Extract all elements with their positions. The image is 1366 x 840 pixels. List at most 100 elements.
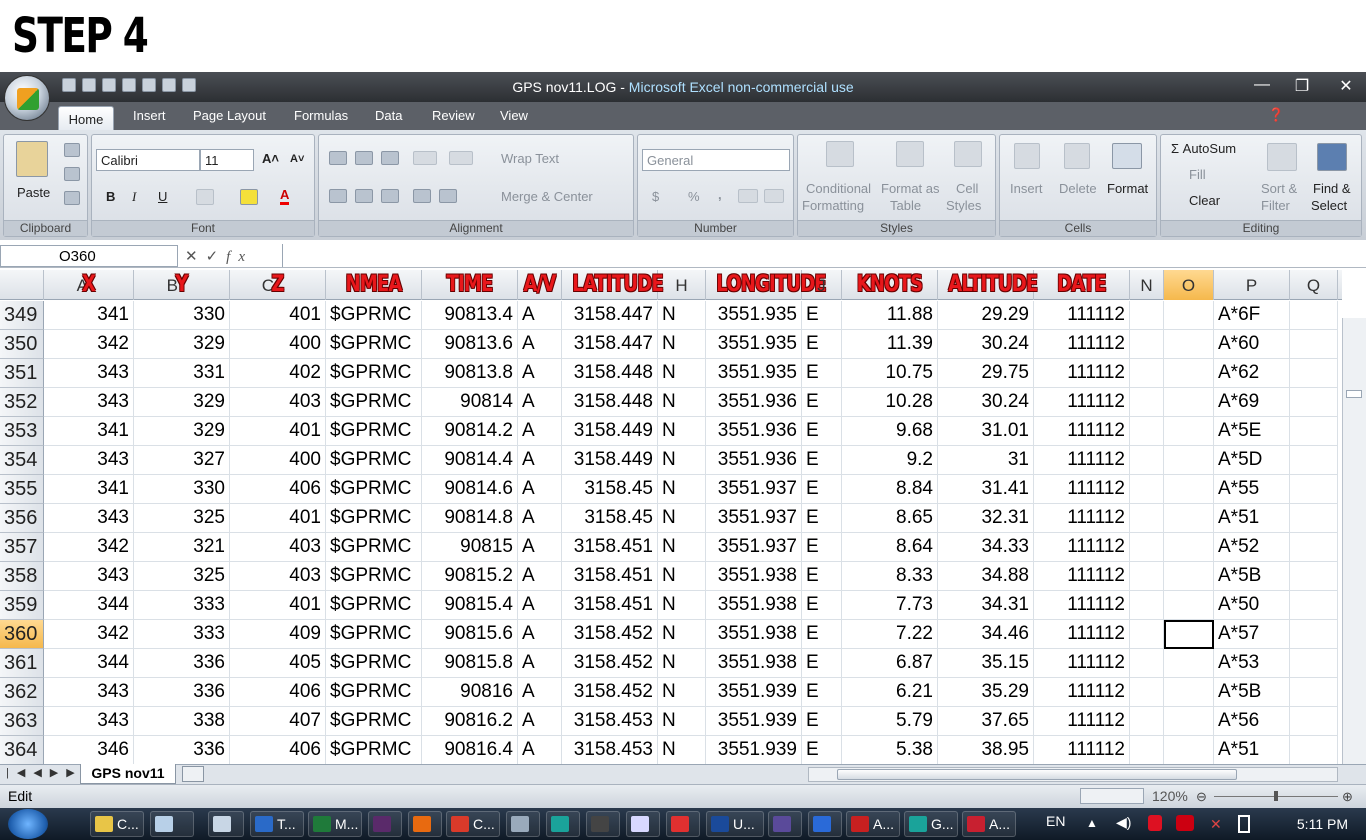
delete-cells-button[interactable]: Delete [1059,181,1097,196]
column-header[interactable]: KNOTS [842,270,938,300]
row-header[interactable]: 362 [0,678,44,707]
cell[interactable] [1164,678,1214,707]
grow-font-icon[interactable]: A˄ [262,151,279,166]
column-header[interactable]: A/V [518,270,562,300]
cell[interactable]: 3158.453 [562,707,658,736]
cell[interactable]: E [802,678,842,707]
taskbar-item[interactable]: C... [90,811,144,837]
cell[interactable]: 90814 [422,388,518,417]
name-box[interactable]: O360 [0,245,178,267]
cell[interactable]: 338 [134,707,230,736]
cell[interactable]: A [518,330,562,359]
cell[interactable]: A [518,359,562,388]
cell[interactable]: 35.29 [938,678,1034,707]
taskbar-item[interactable] [768,811,802,837]
zoom-out-icon[interactable]: ⊖ [1196,789,1207,805]
cell[interactable]: 29.75 [938,359,1034,388]
row-header[interactable]: 353 [0,417,44,446]
cell[interactable]: 90814.2 [422,417,518,446]
cell[interactable]: 333 [134,620,230,649]
cell[interactable]: 343 [44,446,134,475]
cell[interactable]: E [802,301,842,330]
taskbar-item[interactable]: M... [308,811,362,837]
cell[interactable]: 344 [44,649,134,678]
taskbar-item[interactable] [368,811,402,837]
cell[interactable]: 111112 [1034,533,1130,562]
cell[interactable]: 3158.45 [562,504,658,533]
cell[interactable]: 329 [134,388,230,417]
cell[interactable]: A [518,417,562,446]
column-header[interactable]: AX [44,270,134,300]
underline-button[interactable]: U [158,189,167,204]
cell[interactable] [1290,707,1338,736]
cell[interactable]: 34.33 [938,533,1034,562]
cell[interactable]: E [802,620,842,649]
cell[interactable]: 406 [230,678,326,707]
cell[interactable]: $GPRMC [326,301,422,330]
format-painter-icon[interactable] [64,191,80,205]
cell[interactable] [1130,533,1164,562]
cell[interactable]: A*57 [1214,620,1290,649]
volume-icon[interactable]: ◀) [1116,814,1131,831]
paste-button[interactable]: Paste [17,185,50,200]
cell[interactable]: 343 [44,707,134,736]
cell[interactable]: 7.22 [842,620,938,649]
cell[interactable]: 38.95 [938,736,1034,764]
cell[interactable]: 343 [44,678,134,707]
comma-button[interactable]: , [718,187,722,202]
cell[interactable] [1130,707,1164,736]
cell[interactable]: 90815.6 [422,620,518,649]
cell[interactable]: 3158.448 [562,388,658,417]
cell[interactable]: 341 [44,475,134,504]
cell[interactable] [1130,649,1164,678]
cell[interactable]: 6.21 [842,678,938,707]
format-as-table-line1[interactable]: Format as [881,181,940,196]
office-button[interactable] [4,75,50,121]
cell[interactable]: $GPRMC [326,417,422,446]
sort-filter-line1[interactable]: Sort & [1261,181,1297,196]
tab-data[interactable]: Data [375,108,402,123]
cell[interactable] [1290,446,1338,475]
cell[interactable]: 111112 [1034,620,1130,649]
cell[interactable]: 3158.453 [562,736,658,764]
cell[interactable]: A*5B [1214,678,1290,707]
cell[interactable]: 401 [230,591,326,620]
taskbar-item[interactable] [208,811,244,837]
cell[interactable] [1130,620,1164,649]
cell[interactable]: E [802,475,842,504]
cell[interactable]: 321 [134,533,230,562]
cell[interactable] [1130,388,1164,417]
cell[interactable] [1290,388,1338,417]
cell[interactable]: 3551.936 [706,446,802,475]
column-header[interactable]: CZ [230,270,326,300]
network-icon[interactable]: ✕ [1210,816,1222,833]
cell[interactable]: E [802,736,842,764]
cell[interactable]: 401 [230,301,326,330]
taskbar-item[interactable] [626,811,660,837]
cell[interactable]: 341 [44,417,134,446]
cell[interactable]: A [518,388,562,417]
cell[interactable]: N [658,736,706,764]
cell[interactable]: 111112 [1034,707,1130,736]
taskbar-item[interactable] [150,811,194,837]
cell[interactable] [1164,359,1214,388]
cell[interactable]: 111112 [1034,475,1130,504]
row-header[interactable]: 349 [0,301,44,330]
insert-cells-icon[interactable] [1014,143,1040,169]
cell[interactable]: $GPRMC [326,591,422,620]
binoculars-icon[interactable] [1317,143,1347,171]
column-header[interactable]: BY [134,270,230,300]
cell[interactable]: 327 [134,446,230,475]
cell[interactable]: $GPRMC [326,562,422,591]
cell[interactable]: 3551.938 [706,649,802,678]
cell[interactable]: A*52 [1214,533,1290,562]
cell[interactable]: 34.31 [938,591,1034,620]
cell[interactable]: 111112 [1034,649,1130,678]
cell[interactable]: 111112 [1034,446,1130,475]
cell[interactable]: A [518,736,562,764]
cell[interactable]: 11.39 [842,330,938,359]
cell[interactable] [1130,359,1164,388]
cell[interactable]: A*62 [1214,359,1290,388]
taskbar-item[interactable] [546,811,580,837]
align-top-icon[interactable] [329,151,347,165]
